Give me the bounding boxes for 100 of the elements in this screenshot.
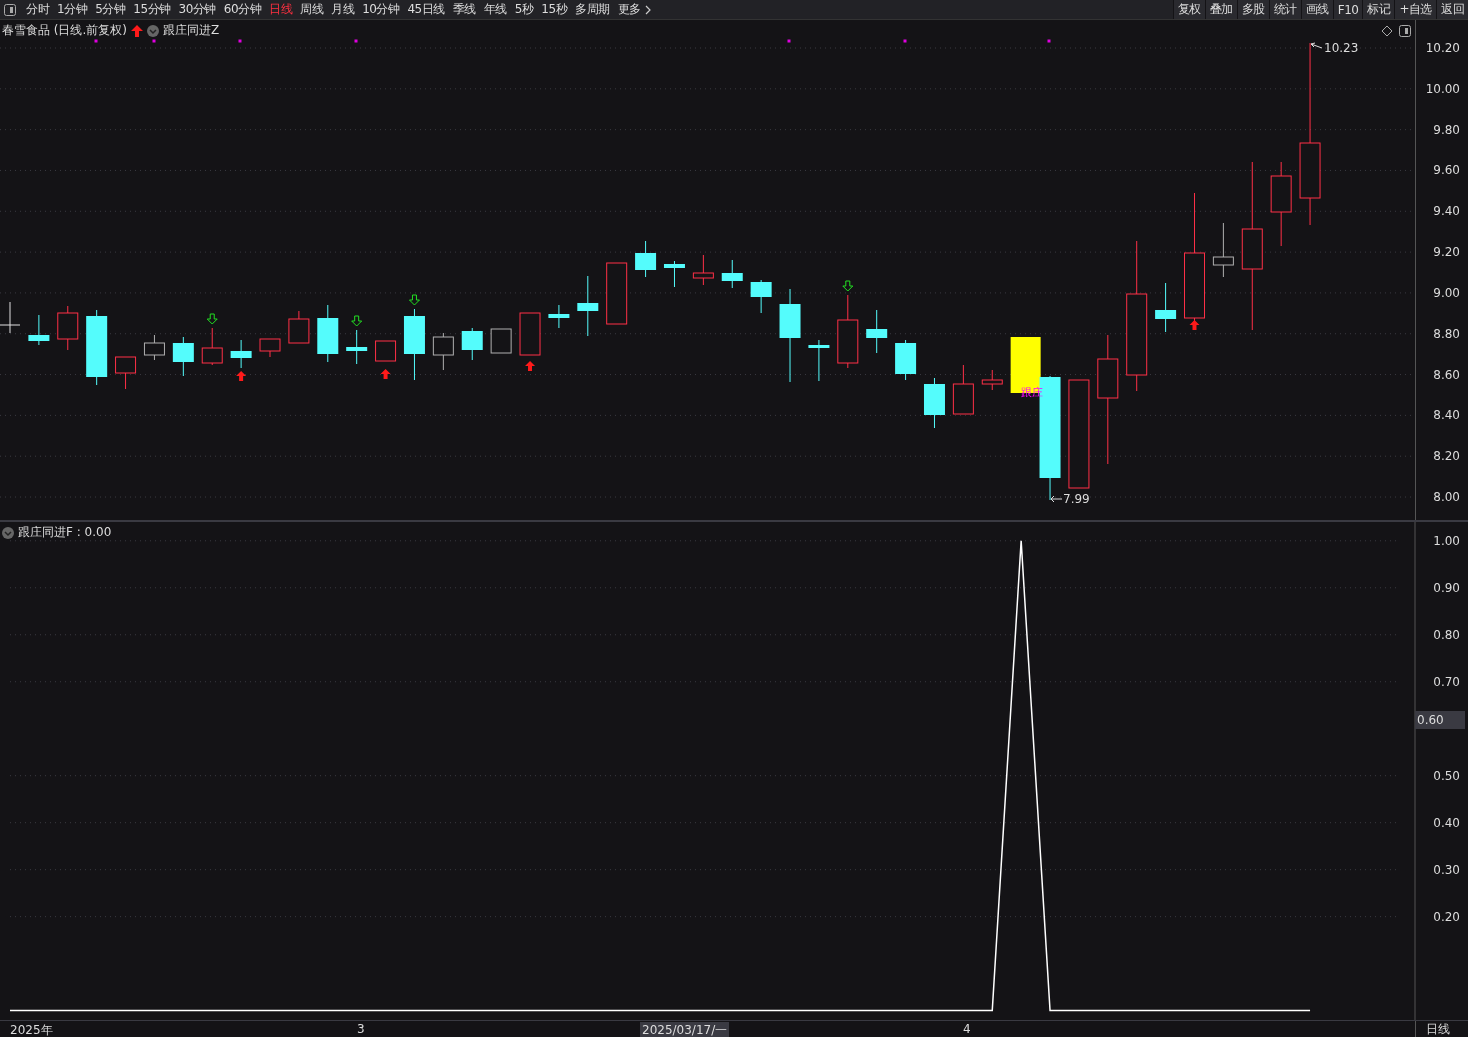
candle [663, 260, 685, 288]
indicator-title: 跟庄同进F : 0.00 [18, 524, 112, 541]
arrow-down-icon [842, 280, 854, 292]
toolbar-button[interactable]: 标记 [1362, 0, 1395, 19]
arrow-up-icon [236, 371, 247, 381]
diamond-icon[interactable] [1381, 25, 1393, 37]
candle [490, 328, 512, 354]
arrow-up-icon [380, 369, 391, 379]
candle [230, 339, 252, 369]
toolbar-button[interactable]: +自选 [1394, 0, 1436, 19]
period-tab[interactable]: 30分钟 [174, 1, 220, 18]
signal-label: 跟庄 [1021, 386, 1043, 399]
toolbar-button[interactable]: 多股 [1236, 0, 1269, 19]
candle [288, 310, 310, 344]
high-marker-icon [1310, 42, 1323, 49]
arrow-down-icon [351, 315, 363, 327]
period-tab[interactable]: 日线 [265, 1, 297, 18]
arrow-up-icon [131, 24, 143, 37]
period-tab[interactable]: 60分钟 [219, 1, 266, 18]
cursor-value-readout: 0.60 [1417, 713, 1444, 727]
arrow-down-icon [408, 294, 420, 306]
indicator-axis-label: 0.40 [1433, 815, 1460, 830]
candle [317, 304, 339, 363]
candle [577, 275, 599, 337]
time-axis-label: 3 [357, 1022, 365, 1036]
low-price-label: 7.99 [1063, 492, 1090, 506]
indicator-axis-label: 0.30 [1433, 862, 1460, 877]
period-tab[interactable]: 5分钟 [91, 1, 130, 18]
period-tab[interactable]: 周线 [296, 1, 328, 18]
chevron-down-circle-icon[interactable] [2, 526, 14, 539]
candle [519, 312, 541, 356]
time-axis-label: 2025年 [10, 1022, 53, 1037]
period-tab[interactable]: 多周期 [571, 1, 614, 18]
stock-title: 春雪食品 (日线.前复权) [2, 22, 127, 39]
period-tab[interactable]: 15分钟 [129, 1, 175, 18]
price-axis-label: 8.00 [1433, 490, 1460, 504]
price-axis-label: 9.20 [1433, 245, 1460, 260]
price-axis-label: 8.60 [1433, 367, 1460, 382]
period-tab[interactable]: 季线 [448, 1, 480, 18]
period-tab[interactable]: 10分钟 [358, 1, 404, 18]
price-axis-label: 10.20 [1425, 41, 1460, 55]
period-tab[interactable]: 5秒 [510, 1, 538, 18]
toolbar-button[interactable]: 复权 [1172, 0, 1205, 19]
candle [808, 339, 830, 382]
candle [635, 240, 657, 278]
period-tab[interactable]: 年线 [479, 1, 511, 18]
toolbar-button[interactable]: F10 [1332, 0, 1363, 19]
toolbar-button[interactable]: 画线 [1300, 0, 1333, 19]
period-tab[interactable]: 45日线 [403, 1, 449, 18]
panel-toggle-icon[interactable] [4, 3, 16, 16]
candle [750, 279, 772, 314]
period-tab[interactable]: 1分钟 [53, 1, 92, 18]
indicator-axis-label: 0.80 [1433, 627, 1460, 642]
candle [1212, 222, 1234, 278]
indicator-name: 跟庄同进Z [163, 22, 220, 39]
price-axis-label: 9.00 [1433, 285, 1460, 300]
indicator-axis-label: 1.00 [1433, 533, 1460, 548]
period-label: 日线 [1415, 1021, 1468, 1037]
candle [0, 301, 21, 334]
candle [721, 259, 743, 289]
toolbar-button[interactable]: 叠加 [1204, 0, 1237, 19]
candle [461, 327, 483, 361]
price-axis-label: 9.60 [1433, 163, 1460, 178]
candle [606, 262, 628, 325]
candle [375, 340, 397, 362]
period-tab[interactable]: 分时 [22, 1, 53, 18]
arrow-down-icon [206, 313, 218, 325]
candle [201, 327, 223, 366]
indicator-axis-label: 0.70 [1433, 674, 1460, 689]
candle [924, 377, 945, 429]
toolbar-button[interactable]: 返回 [1436, 0, 1468, 19]
period-tab[interactable]: 更多 [613, 1, 645, 18]
price-axis-label: 8.40 [1433, 408, 1460, 423]
panel-toggle-icon[interactable] [1399, 25, 1411, 37]
candle [115, 356, 137, 390]
period-tab[interactable]: 15秒 [537, 1, 572, 18]
candle [143, 334, 165, 361]
candle [28, 314, 50, 346]
arrow-up-icon [1189, 320, 1200, 330]
high-price-label: 10.23 [1324, 41, 1359, 55]
toolbar-button[interactable]: 统计 [1268, 0, 1301, 19]
candle [548, 304, 570, 329]
candle [981, 369, 1003, 391]
candle [866, 309, 888, 354]
candle [259, 338, 281, 358]
chevron-down-circle-icon[interactable] [147, 24, 159, 37]
candle [432, 332, 454, 371]
candle [57, 305, 79, 351]
arrow-up-icon [525, 361, 535, 371]
candle [172, 336, 194, 377]
price-axis-label: 9.80 [1433, 122, 1460, 137]
indicator-axis-label: 0.90 [1433, 580, 1460, 595]
price-axis-label: 8.80 [1433, 326, 1460, 341]
candle [895, 339, 917, 381]
chevron-right-icon[interactable] [644, 4, 651, 15]
price-axis-label: 10.00 [1425, 81, 1460, 96]
cursor-readout-background [1415, 711, 1465, 729]
low-marker-icon [1050, 495, 1063, 503]
period-tab[interactable]: 月线 [327, 1, 359, 18]
candle [1155, 282, 1177, 333]
